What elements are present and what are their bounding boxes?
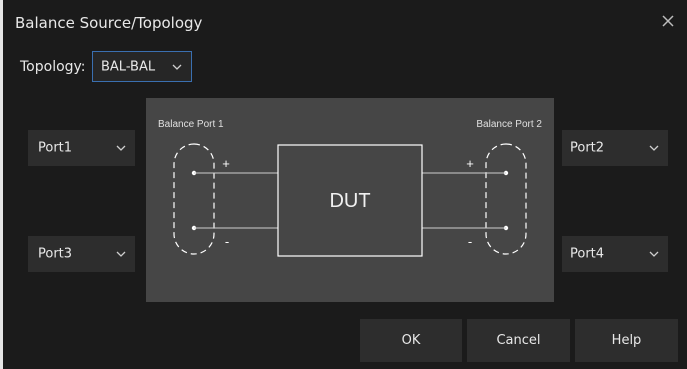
ok-button[interactable]: OK	[360, 319, 462, 362]
port1-select[interactable]: Port1	[28, 130, 135, 166]
chevron-down-icon	[116, 145, 126, 151]
chevron-down-icon	[172, 64, 182, 70]
minus-sign-left: -	[225, 234, 229, 249]
topology-label: Topology:	[20, 59, 86, 75]
minus-sign-right: -	[468, 234, 472, 249]
plus-sign-right: +	[466, 156, 474, 171]
port4-value: Port4	[570, 246, 605, 262]
topology-select[interactable]: BAL-BAL	[92, 51, 192, 82]
balance-diagram: Balance Port 1 Balance Port 2 DUT + - +	[146, 98, 554, 302]
balance-port2-label: Balance Port 2	[476, 119, 542, 130]
help-button[interactable]: Help	[575, 319, 678, 362]
topology-value: BAL-BAL	[101, 59, 156, 74]
port2-value: Port2	[570, 140, 605, 156]
chevron-down-icon	[116, 251, 126, 257]
port2-select[interactable]: Port2	[562, 130, 668, 166]
balance-topology-dialog: Balance Source/Topology Topology: BAL-BA…	[0, 0, 687, 369]
port3-value: Port3	[38, 246, 73, 262]
balance-port1-label: Balance Port 1	[158, 119, 224, 130]
balance-port2-outline	[485, 143, 527, 255]
balance-port1-outline	[173, 143, 215, 255]
port4-select[interactable]: Port4	[562, 236, 668, 272]
dialog-title: Balance Source/Topology	[15, 14, 203, 32]
chevron-down-icon	[649, 251, 659, 257]
close-icon[interactable]	[659, 12, 677, 30]
chevron-down-icon	[649, 145, 659, 151]
plus-sign-left: +	[222, 156, 230, 171]
port3-select[interactable]: Port3	[28, 236, 135, 272]
port1-value: Port1	[38, 140, 73, 156]
dut-label: DUT	[329, 190, 370, 212]
cancel-button[interactable]: Cancel	[467, 319, 570, 362]
